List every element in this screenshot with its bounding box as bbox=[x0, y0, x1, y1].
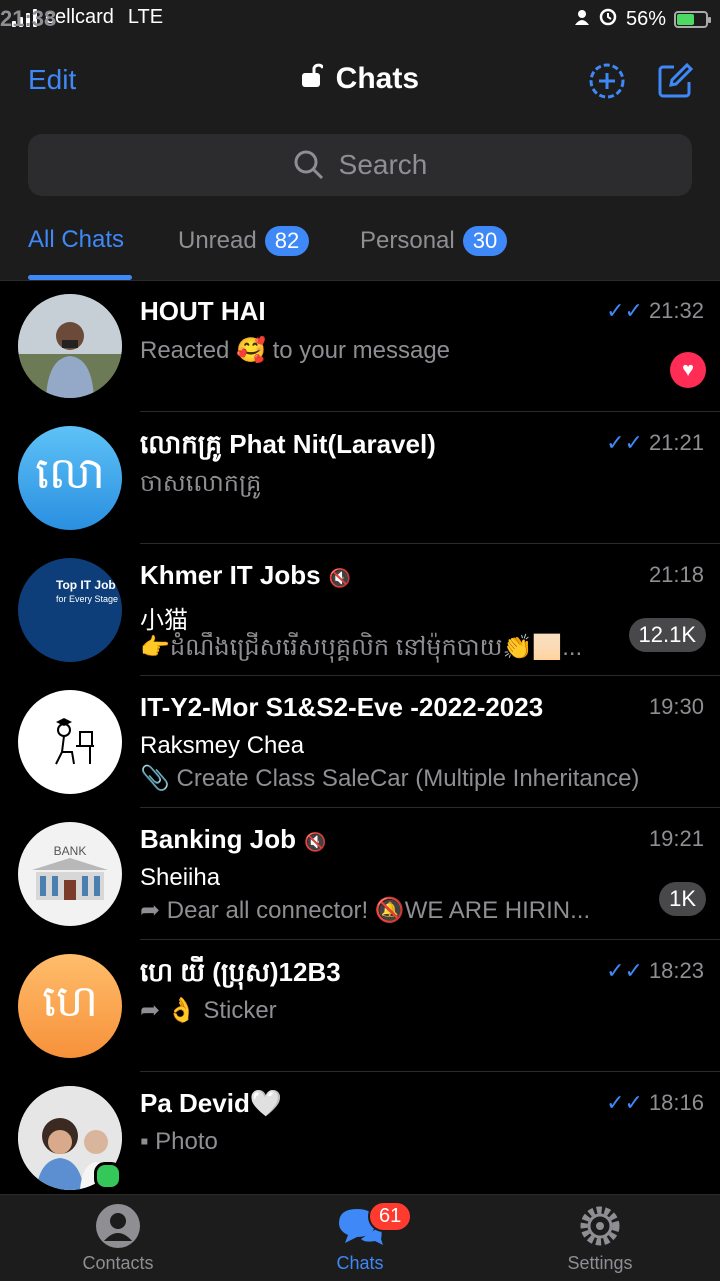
tab-label: Unread bbox=[178, 227, 257, 254]
chat-time: ✓✓ 18:16 bbox=[606, 1090, 704, 1116]
alarm-icon bbox=[598, 6, 618, 32]
chat-time: 21:18 bbox=[649, 562, 704, 588]
chat-row-khmer-it-jobs[interactable]: Top IT Job for Every Stage Khmer IT Jobs… bbox=[0, 544, 720, 676]
chat-name: លោកគ្រូ Phat Nit(Laravel) bbox=[140, 429, 436, 459]
reaction-heart-icon: ♥ bbox=[670, 352, 706, 388]
chat-sender: Sheiiha bbox=[140, 864, 221, 891]
avatar: ហេ bbox=[18, 954, 122, 1058]
read-check-icon: ✓✓ bbox=[606, 958, 643, 983]
online-indicator bbox=[94, 1162, 122, 1190]
chat-preview: ➦ 👌 Sticker bbox=[140, 997, 277, 1024]
chat-time: ✓✓ 21:21 bbox=[606, 430, 704, 456]
time-text: 18:16 bbox=[648, 1090, 704, 1115]
avatar: លោ bbox=[18, 426, 122, 530]
add-circle-icon bbox=[589, 63, 625, 99]
unlock-icon[interactable] bbox=[301, 63, 330, 94]
time-text: 21:18 bbox=[648, 562, 704, 587]
chat-preview: 📎 Create Class SaleCar (Multiple Inherit… bbox=[140, 765, 640, 792]
chat-row-he-yi[interactable]: ហេ ហេ យី (ប្រុស)12B3 ✓✓ 18:23 ➦ 👌 Sticker bbox=[0, 940, 720, 1072]
tab-all-chats[interactable]: All Chats bbox=[28, 226, 124, 254]
tab-personal[interactable]: Personal 30 bbox=[360, 226, 508, 256]
chat-preview: 👉ដំណឹងជ្រើសរើសបុគ្គលិក នៅម៉ុកបាយ👏🏻... bbox=[140, 634, 583, 661]
chat-preview: Reacted 🥰 to your message bbox=[140, 337, 451, 364]
tab-chats[interactable]: 61 Chats bbox=[300, 1201, 420, 1274]
chat-sender: Raksmey Chea bbox=[140, 732, 305, 759]
avatar-text: Top IT Job bbox=[56, 578, 116, 592]
unread-count-badge: 12.1K bbox=[628, 618, 706, 652]
person-photo-icon bbox=[18, 294, 122, 398]
chat-name: Banking Job 🔇 bbox=[140, 824, 326, 855]
title-text: Chats bbox=[335, 62, 420, 95]
tab-unread[interactable]: Unread 82 bbox=[178, 226, 310, 256]
compose-button[interactable] bbox=[656, 62, 694, 100]
avatar-initials: ហេ bbox=[42, 977, 98, 1026]
unread-badge: 82 bbox=[264, 226, 310, 256]
avatar-initials: លោ bbox=[35, 449, 105, 498]
chat-preview: ចាសលោកគ្រូ bbox=[140, 470, 262, 497]
chat-name: Khmer IT Jobs 🔇 bbox=[140, 560, 351, 591]
folder-tabs: All Chats Unread 82 Personal 30 bbox=[0, 218, 720, 280]
time-text: 21:32 bbox=[648, 298, 704, 323]
tab-settings[interactable]: Settings bbox=[540, 1201, 660, 1274]
chat-name: Pa Devid🤍 bbox=[140, 1088, 283, 1118]
read-check-icon: ✓✓ bbox=[606, 1090, 643, 1115]
new-story-button[interactable] bbox=[588, 62, 626, 100]
muted-icon: 🔇 bbox=[304, 832, 327, 852]
top-panel: cellcard LTE 21:38 56% Edit Chats Search bbox=[0, 0, 720, 280]
avatar: Top IT Job for Every Stage bbox=[18, 558, 122, 662]
time-text: 19:30 bbox=[648, 694, 704, 719]
search-icon bbox=[294, 150, 323, 180]
status-bar: cellcard LTE 21:38 56% bbox=[0, 0, 720, 36]
avatar-text: BANK bbox=[53, 844, 87, 858]
tab-label: All Chats bbox=[28, 226, 125, 253]
name-text: Khmer IT Jobs bbox=[140, 560, 321, 590]
avatar: BANK bbox=[18, 822, 122, 926]
name-text: Banking Job bbox=[140, 824, 297, 854]
chat-time: 19:30 bbox=[649, 694, 704, 720]
chat-row-it-y2[interactable]: IT-Y2-Mor S1&S2-Eve -2022-2023 19:30 Rak… bbox=[0, 676, 720, 808]
contacts-icon bbox=[96, 1204, 140, 1248]
chat-time: ✓✓ 21:32 bbox=[606, 298, 704, 324]
status-right: 56% bbox=[574, 6, 711, 32]
gear-icon bbox=[580, 1206, 620, 1246]
chat-row-phat-nit[interactable]: លោ លោកគ្រូ Phat Nit(Laravel) ✓✓ 21:21 ចាស… bbox=[0, 412, 720, 544]
time-text: 21:21 bbox=[648, 430, 704, 455]
tab-label: Personal bbox=[360, 227, 455, 254]
chat-row-hout-hai[interactable]: HOUT HAI ✓✓ 21:32 Reacted 🥰 to your messa… bbox=[0, 280, 720, 412]
compose-icon bbox=[658, 62, 694, 98]
person-icon bbox=[574, 8, 590, 31]
chats-unread-badge: 61 bbox=[368, 1201, 413, 1232]
search-input[interactable]: Search bbox=[28, 134, 692, 196]
chat-name: ហេ យី (ប្រុស)12B3 bbox=[140, 957, 341, 987]
avatar-subtext: for Every Stage bbox=[56, 594, 119, 604]
read-check-icon: ✓✓ bbox=[606, 430, 643, 455]
tab-label: Contacts bbox=[82, 1253, 154, 1273]
personal-badge: 30 bbox=[462, 226, 508, 256]
read-check-icon: ✓✓ bbox=[606, 298, 643, 323]
student-desk-icon bbox=[55, 718, 94, 765]
muted-icon: 🔇 bbox=[328, 568, 352, 588]
chat-row-banking-job[interactable]: BANK Banking Job 🔇 19:21 Sheiiha ➦ Dear a… bbox=[0, 808, 720, 940]
chat-name: IT-Y2-Mor S1&S2-Eve -2022-2023 bbox=[140, 692, 544, 722]
chat-name: HOUT HAI bbox=[140, 296, 266, 326]
time-text: 19:21 bbox=[648, 826, 704, 851]
avatar bbox=[18, 690, 122, 794]
search-placeholder: Search bbox=[338, 149, 428, 180]
chat-preview: ➦ Dear all connector! 🔕WE ARE HIRIN... bbox=[140, 897, 591, 924]
battery-icon bbox=[674, 10, 711, 28]
time-text: 18:23 bbox=[648, 958, 704, 983]
tab-label: Chats bbox=[336, 1253, 384, 1273]
bottom-tab-bar: Contacts 61 Chats Settings bbox=[0, 1194, 720, 1281]
chat-time: 19:21 bbox=[649, 826, 704, 852]
tab-contacts[interactable]: Contacts bbox=[58, 1201, 178, 1274]
chat-preview: ▪ Photo bbox=[140, 1128, 218, 1155]
tab-label: Settings bbox=[567, 1253, 633, 1273]
unread-count-badge: 1K bbox=[659, 882, 706, 916]
chat-time: ✓✓ 18:23 bbox=[606, 958, 704, 984]
chat-row-pa-devid[interactable]: Pa Devid🤍 ✓✓ 18:16 ▪ Photo bbox=[0, 1072, 720, 1204]
bank-building-icon bbox=[32, 858, 108, 900]
chat-sender: 小猫 bbox=[140, 607, 188, 634]
battery-percent: 56% bbox=[625, 7, 666, 30]
avatar bbox=[18, 294, 122, 398]
